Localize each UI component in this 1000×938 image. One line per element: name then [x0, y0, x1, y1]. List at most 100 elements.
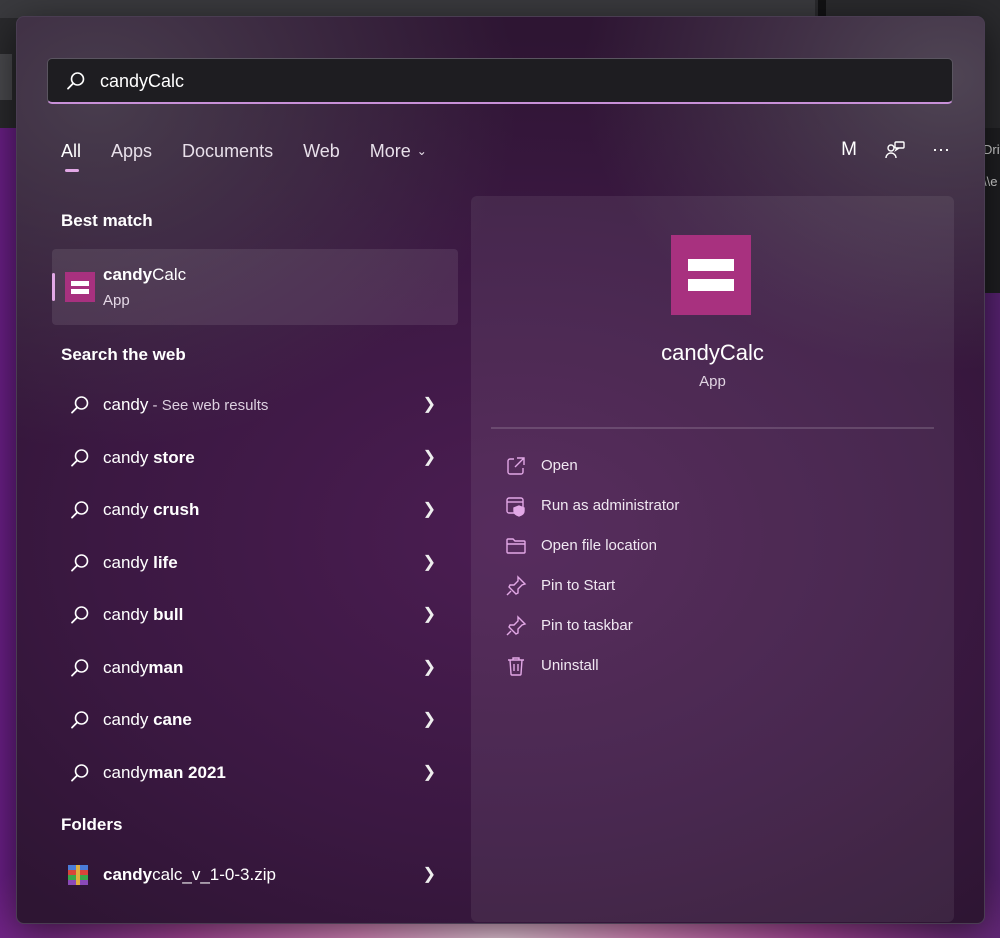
chevron-right-icon: ❯ [422, 606, 436, 623]
web-result-completion: cane [153, 710, 192, 729]
web-result-item[interactable]: candy life ❯ [52, 541, 458, 585]
web-result-item[interactable]: candyman ❯ [52, 646, 458, 690]
tab-web[interactable]: Web [303, 139, 340, 163]
tab-all-label: All [61, 141, 82, 161]
web-result-query: candy [103, 763, 149, 782]
preview-app-type: App [699, 373, 726, 390]
background-explorer-edge: Driv \\e [983, 128, 1000, 293]
preview-pane: candyCalc App Open Run as administrator … [471, 196, 954, 922]
search-icon [67, 72, 85, 90]
shield-admin-icon [506, 497, 525, 517]
folders-heading: Folders [61, 815, 123, 834]
web-result-label: candy life [103, 553, 178, 573]
web-result-label: candy bull [103, 605, 183, 625]
search-icon [71, 659, 89, 677]
search-icon [71, 396, 89, 414]
chevron-right-icon: ❯ [422, 711, 436, 728]
chevron-right-icon: ❯ [422, 501, 436, 518]
search-icon [71, 501, 89, 519]
web-result-item[interactable]: candy - See web results ❯ [52, 383, 458, 427]
best-match-item[interactable]: candyCalc App [52, 249, 458, 325]
action-open-file-location-label: Open file location [541, 537, 657, 554]
best-match-type: App [103, 292, 130, 309]
chevron-right-icon: ❯ [422, 554, 436, 571]
search-input[interactable] [98, 59, 932, 103]
web-result-label: candy cane [103, 710, 192, 730]
trash-icon [508, 657, 524, 676]
tab-more-label: More [369, 141, 411, 161]
chevron-right-icon: ❯ [422, 866, 436, 883]
tab-apps[interactable]: Apps [111, 139, 152, 163]
pin-icon [506, 615, 527, 636]
web-result-hint: - See web results [148, 397, 269, 414]
tab-all[interactable]: All [61, 139, 82, 172]
web-result-label: candy store [103, 448, 195, 468]
candycalc-app-icon [65, 272, 95, 302]
web-result-query: candy [103, 605, 154, 624]
web-result-completion: man 2021 [148, 763, 226, 782]
web-result-completion: man [148, 658, 184, 677]
action-pin-to-start-label: Pin to Start [541, 577, 616, 594]
action-open-file-location[interactable]: Open file location [505, 531, 925, 561]
action-run-as-admin[interactable]: Run as administrator [505, 491, 925, 521]
open-external-icon [507, 457, 525, 475]
search-icon [71, 711, 89, 729]
web-result-item[interactable]: candy bull ❯ [52, 593, 458, 637]
web-result-query: candy [103, 710, 154, 729]
pin-icon [506, 575, 527, 596]
web-result-completion: life [153, 553, 178, 572]
web-result-completion: crush [153, 500, 200, 519]
action-pin-to-start[interactable]: Pin to Start [505, 571, 925, 601]
best-match-name: candyCalc [103, 265, 186, 285]
action-open[interactable]: Open [505, 451, 925, 481]
web-result-item[interactable]: candy store ❯ [52, 436, 458, 480]
web-result-item[interactable]: candyman 2021 ❯ [52, 751, 458, 795]
tab-more[interactable]: More ⌄ [370, 139, 427, 163]
share-feedback-icon[interactable] [882, 137, 908, 163]
web-result-item[interactable]: candy cane ❯ [52, 698, 458, 742]
web-result-completion: store [153, 448, 195, 467]
web-result-label: candy crush [103, 500, 199, 520]
action-run-as-admin-label: Run as administrator [541, 497, 680, 514]
web-result-label: candyman 2021 [103, 763, 226, 783]
action-uninstall[interactable]: Uninstall [505, 651, 925, 681]
start-search-panel: All Apps Documents Web More ⌄ M ⋯ Best ma… [16, 16, 985, 924]
best-match-name-rest: Calc [152, 265, 187, 284]
web-result-label: candy - See web results [103, 395, 268, 415]
filter-tabs: All Apps Documents Web More ⌄ [61, 139, 457, 172]
chevron-right-icon: ❯ [422, 449, 436, 466]
preview-app-name: candyCalc [661, 340, 764, 365]
tab-apps-label: Apps [111, 141, 153, 161]
action-open-label: Open [541, 457, 578, 474]
action-pin-to-taskbar-label: Pin to taskbar [541, 617, 633, 634]
candycalc-large-icon [671, 235, 751, 315]
action-uninstall-label: Uninstall [541, 657, 599, 674]
search-box[interactable] [47, 58, 953, 104]
search-web-heading: Search the web [61, 345, 186, 364]
web-result-query: candy [103, 500, 154, 519]
folder-result-rest: calc_v_1-0-3.zip [152, 865, 276, 884]
folder-result-bold: candy [103, 865, 153, 884]
ellipsis-icon[interactable]: ⋯ [928, 137, 954, 163]
chevron-right-icon: ❯ [422, 764, 436, 781]
folder-result-item[interactable]: candycalc_v_1-0-3.zip ❯ [52, 853, 458, 897]
background-text-line2: \\e [983, 174, 998, 189]
web-result-query: candy [103, 395, 149, 414]
tab-web-label: Web [303, 141, 340, 161]
winrar-archive-icon [68, 865, 88, 885]
tab-documents-label: Documents [182, 141, 274, 161]
account-avatar[interactable]: M [836, 137, 862, 163]
search-icon [71, 449, 89, 467]
header-actions: M ⋯ [836, 137, 954, 163]
background-edge [0, 54, 12, 100]
action-pin-to-taskbar[interactable]: Pin to taskbar [505, 611, 925, 641]
chevron-right-icon: ❯ [422, 396, 436, 413]
tab-documents[interactable]: Documents [182, 139, 273, 163]
chevron-down-icon: ⌄ [416, 144, 427, 158]
background-text-line1: Driv [983, 142, 1000, 157]
search-icon [71, 606, 89, 624]
web-result-item[interactable]: candy crush ❯ [52, 488, 458, 532]
search-icon [71, 554, 89, 572]
web-result-label: candyman [103, 658, 183, 678]
preview-divider [491, 427, 934, 429]
